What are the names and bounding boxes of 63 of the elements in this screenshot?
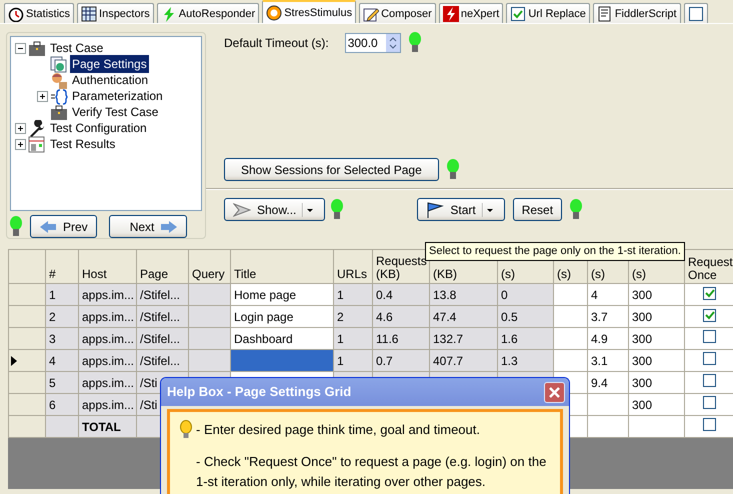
table-cell: 0.5 [501, 310, 518, 324]
tab[interactable]: FiddlerScript [592, 3, 681, 23]
table-cell[interactable]: 4 [591, 288, 598, 302]
table-cell: /Sti [140, 376, 158, 390]
tab[interactable]: neXpert [438, 3, 504, 23]
table-cell: /Stifel... [140, 310, 180, 324]
tree-item[interactable]: Verify Test Case [70, 103, 160, 121]
table-cell: 1 [337, 332, 344, 346]
table-cell: /Sti [140, 398, 158, 412]
table-cell: 2 [337, 310, 344, 324]
table-cell: 1 [337, 354, 344, 368]
table-cell: 1.6 [501, 332, 518, 346]
dialog-title: Help Box - Page Settings Grid [167, 383, 352, 402]
tab[interactable]: Composer [359, 3, 436, 23]
table-cell: 3 [49, 332, 56, 346]
table-cell: 1 [49, 288, 56, 302]
table-cell: apps.im... [82, 310, 134, 324]
timeout-label: Default Timeout (s): [224, 35, 329, 52]
table-cell: 2 [49, 310, 56, 324]
table-cell: 1.3 [501, 354, 518, 368]
table-cell: /Stifel... [140, 354, 180, 368]
table-cell: 5 [49, 376, 56, 390]
table-cell: 11.6 [376, 332, 398, 346]
tree-item[interactable]: Authentication [70, 71, 150, 89]
tab[interactable]: AutoResponder [156, 3, 260, 23]
table-cell: apps.im... [82, 376, 134, 390]
show-button[interactable]: Show... [224, 198, 326, 221]
next-button[interactable]: Next [108, 215, 188, 238]
table-cell: TOTAL [82, 420, 121, 434]
tree-item[interactable]: Test Results [48, 135, 118, 153]
tree-item[interactable]: Page Settings [70, 55, 149, 73]
help-text: - Enter desired page think time, goal and timeout. [196, 421, 480, 439]
start-button[interactable]: Start [417, 198, 505, 221]
table-cell: 13.8 [433, 288, 456, 302]
table-cell: 4.6 [376, 310, 393, 324]
tree-item[interactable]: Test Case [48, 39, 106, 57]
help-text: - Check "Request Once" to request a page (e.g. login) on the 1-st iteration only, while iterating over other pages. [196, 453, 548, 491]
table-cell: 0 [501, 288, 508, 302]
table-cell: apps.im... [82, 332, 134, 346]
table-cell: apps.im... [82, 354, 134, 368]
prev-button[interactable]: Prev [30, 215, 97, 238]
table-cell: 6 [49, 398, 56, 412]
table-cell: apps.im... [82, 288, 134, 302]
tree-item[interactable]: Parameterization [70, 87, 165, 105]
table-cell: 407.7 [433, 354, 464, 368]
tab[interactable]: StresStimulus [262, 0, 356, 23]
table-cell: apps.im... [82, 398, 134, 412]
tab[interactable]: Inspectors [77, 3, 154, 23]
show-sessions-button[interactable]: Show Sessions for Selected Page [224, 158, 439, 181]
table-cell: 1 [337, 288, 344, 302]
table-cell: /Stifel... [140, 288, 180, 302]
tree-item[interactable]: Test Configuration [48, 119, 149, 137]
tab[interactable]: Url Replace [506, 3, 590, 23]
table-cell: 47.4 [433, 310, 456, 324]
table-cell: 0.4 [376, 288, 393, 302]
table-cell: /Stifel... [140, 332, 180, 346]
timeout-spinner[interactable]: 300.0 [344, 33, 401, 53]
reset-button[interactable]: Reset [512, 198, 562, 221]
table-cell: 4 [49, 354, 56, 368]
tooltip: Select to request the page only on the 1-st iteration. [425, 242, 685, 260]
table-cell: 132.7 [433, 332, 464, 346]
tab[interactable]: Statistics [4, 3, 74, 23]
table-cell: 0.7 [376, 354, 393, 368]
